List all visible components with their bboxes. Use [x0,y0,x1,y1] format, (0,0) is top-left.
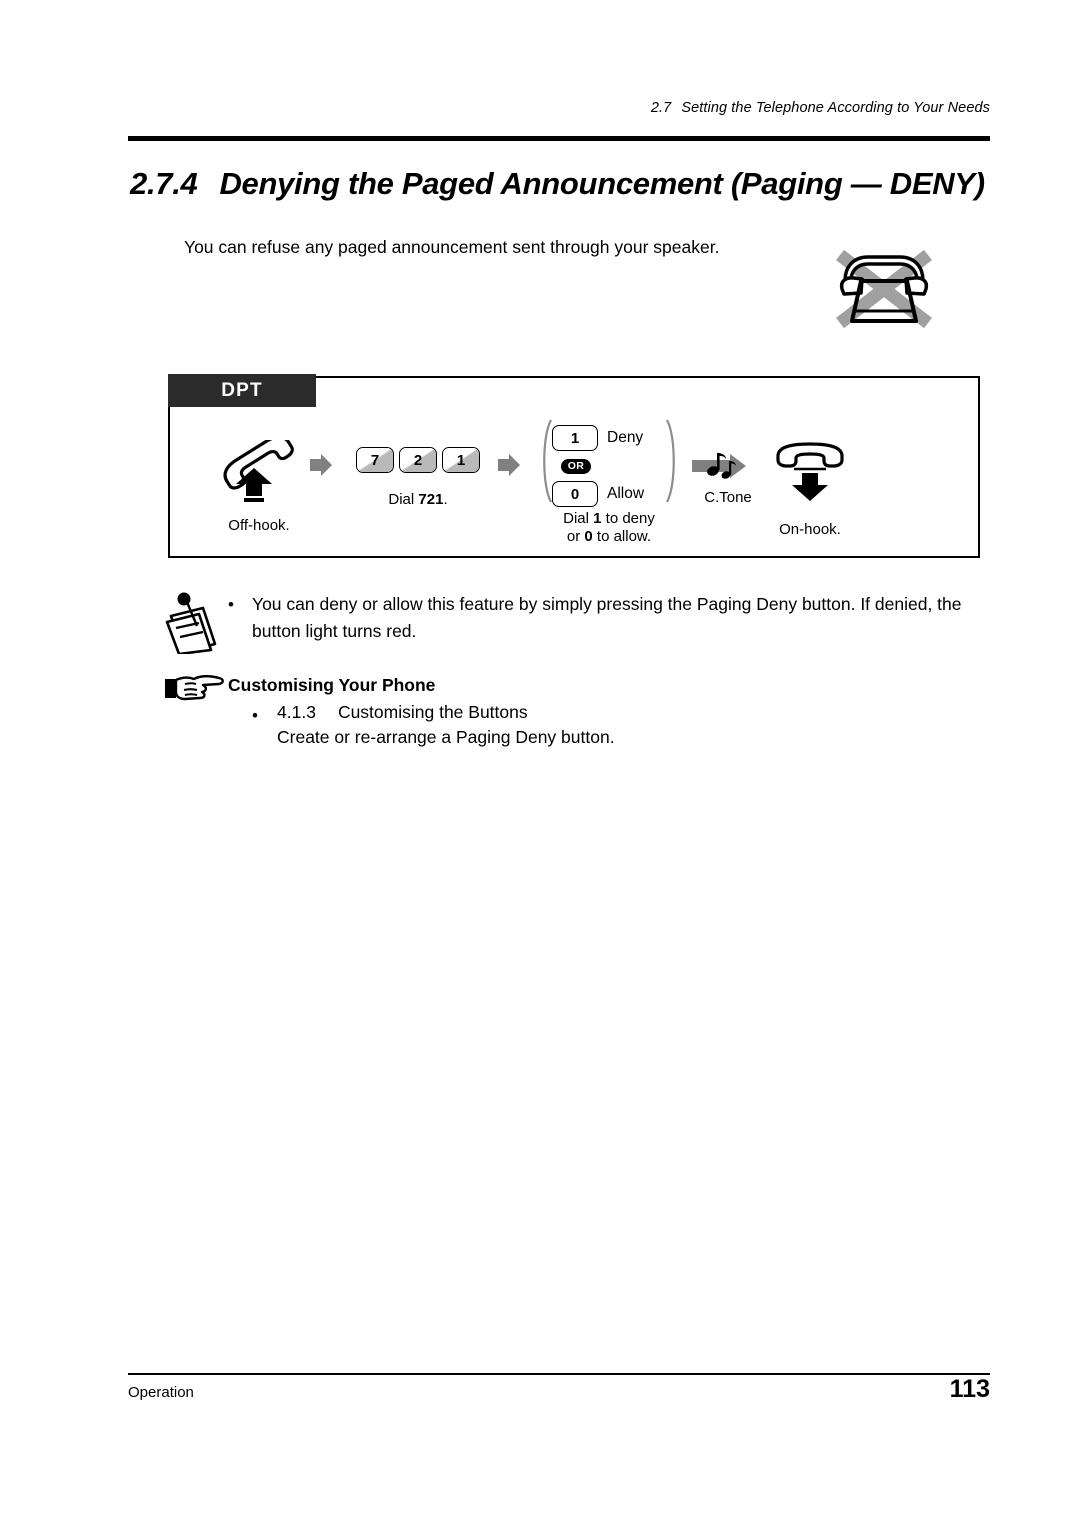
key-1: 1 [442,447,480,473]
running-header-title: Setting the Telephone According to Your … [681,100,990,116]
crossed-telephone-icon [828,247,940,331]
flow-arrow-icon-2 [496,452,522,483]
handset-on-hook-icon [762,442,858,509]
choice-row-separator: OR [552,452,668,480]
intro-paragraph: You can refuse any paged announcement se… [184,237,720,257]
dpt-label: DPT [168,374,316,407]
key-row-721: 7 2 1 [352,447,484,473]
running-header-number: 2.7 [650,100,672,116]
header-rule [128,136,990,141]
key-7: 7 [356,447,394,473]
diagram-step-on-hook: On-hook. [762,442,858,539]
handset-off-hook-icon [200,435,318,507]
key-allow-0: 0 [552,481,598,507]
choice-row-deny: 1 Deny [552,424,668,452]
page-title-number: 2.7.4 [130,166,198,201]
or-badge: OR [561,458,591,474]
page-title-text: Denying the Paged Announcement (Paging —… [219,166,985,201]
choice-label-allow: Allow [607,485,645,502]
step-caption-off-hook: Off-hook. [228,517,290,534]
page-title: 2.7.4 Denying the Paged Announcement (Pag… [130,166,1000,202]
customising-reference-number: 4.1.3 [277,702,316,722]
key-deny-1: 1 [552,425,598,451]
flow-arrow-icon [308,452,334,483]
diagram-step-choice: 1 Deny OR 0 Allow Dial 1 to deny or 0 to… [538,418,680,546]
note-text: You can deny or allow this feature by si… [252,594,962,641]
diagram-step-dial: 7 2 1 Dial 721. [352,447,484,509]
step-caption-dial: Dial 721. [388,491,448,508]
step-caption-tone: C.Tone [704,489,752,506]
customising-description: Create or re-arrange a Paging Deny butto… [277,727,615,747]
pointing-hand-icon [163,671,227,705]
running-header: 2.7 Setting the Telephone According to Yo… [128,100,990,116]
diagram-step-off-hook: Off-hook. [200,435,318,535]
choice-row-allow: 0 Allow [552,480,668,508]
customising-bullet: • [252,706,258,725]
choice-label-deny: Deny [607,429,644,446]
confirmation-tone-icon [686,450,770,487]
step-caption-choice: Dial 1 to deny or 0 to allow. [563,510,655,545]
step-caption-on-hook: On-hook. [779,521,841,538]
key-2: 2 [399,447,437,473]
page-number: 113 [949,1375,990,1403]
customising-reference: 4.1.3 Customising the Buttons [277,702,528,723]
notepad-pen-icon [163,592,223,656]
diagram-step-tone: C.Tone [686,450,770,507]
customising-heading: Customising Your Phone [228,675,436,695]
customising-reference-title: Customising the Buttons [337,702,528,722]
